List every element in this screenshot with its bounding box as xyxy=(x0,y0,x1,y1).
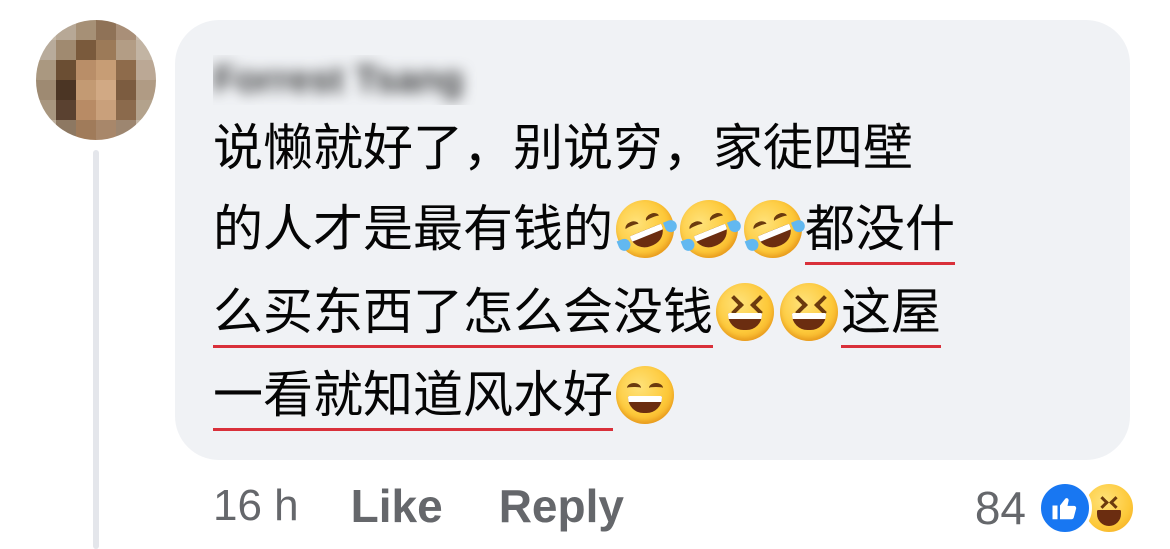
author-name-blurred[interactable]: Forrest Tsang xyxy=(213,59,464,102)
rolling-on-floor-laughing-icon xyxy=(671,191,747,267)
reaction-summary[interactable]: 84 xyxy=(975,478,1136,538)
like-icon xyxy=(1038,481,1092,535)
comment-line-4: 一看就知道风水好 xyxy=(213,365,677,431)
reply-button[interactable]: Reply xyxy=(499,479,624,533)
grinning-squinting-face-icon xyxy=(780,283,838,341)
thumbs-up-icon xyxy=(1052,498,1077,520)
comment-line-2: 的人才是最有钱的 都没什 xyxy=(213,191,955,267)
comment-text-underlined: 么买东西了怎么会没钱 xyxy=(213,283,713,348)
comment-line-1: 说懒就好了，别说穷，家徒四壁 xyxy=(213,118,913,178)
comment-text: 的人才是最有钱的 xyxy=(213,200,613,258)
comment-line-3: 么买东西了怎么会没钱 这屋 xyxy=(213,282,941,348)
thread-line xyxy=(93,150,99,549)
like-button[interactable]: Like xyxy=(351,479,443,533)
comment-text: 说懒就好了，别说穷，家徒四壁 xyxy=(213,119,913,177)
beaming-face-with-smiling-eyes-icon xyxy=(616,366,674,424)
avatar[interactable] xyxy=(36,20,156,140)
comment-timestamp[interactable]: 16 h xyxy=(213,481,299,531)
comment-text-underlined: 这屋 xyxy=(841,283,941,348)
grinning-squinting-face-icon xyxy=(716,283,774,341)
rolling-on-floor-laughing-icon xyxy=(607,191,683,267)
rolling-on-floor-laughing-icon xyxy=(735,191,811,267)
comment-text-underlined: 一看就知道风水好 xyxy=(213,366,613,431)
reaction-count[interactable]: 84 xyxy=(975,481,1026,535)
comment-actions: 16 h Like Reply xyxy=(213,478,680,534)
comment-text-underlined: 都没什 xyxy=(805,200,955,265)
comment-author[interactable]: Forrest Tsang xyxy=(213,55,558,105)
